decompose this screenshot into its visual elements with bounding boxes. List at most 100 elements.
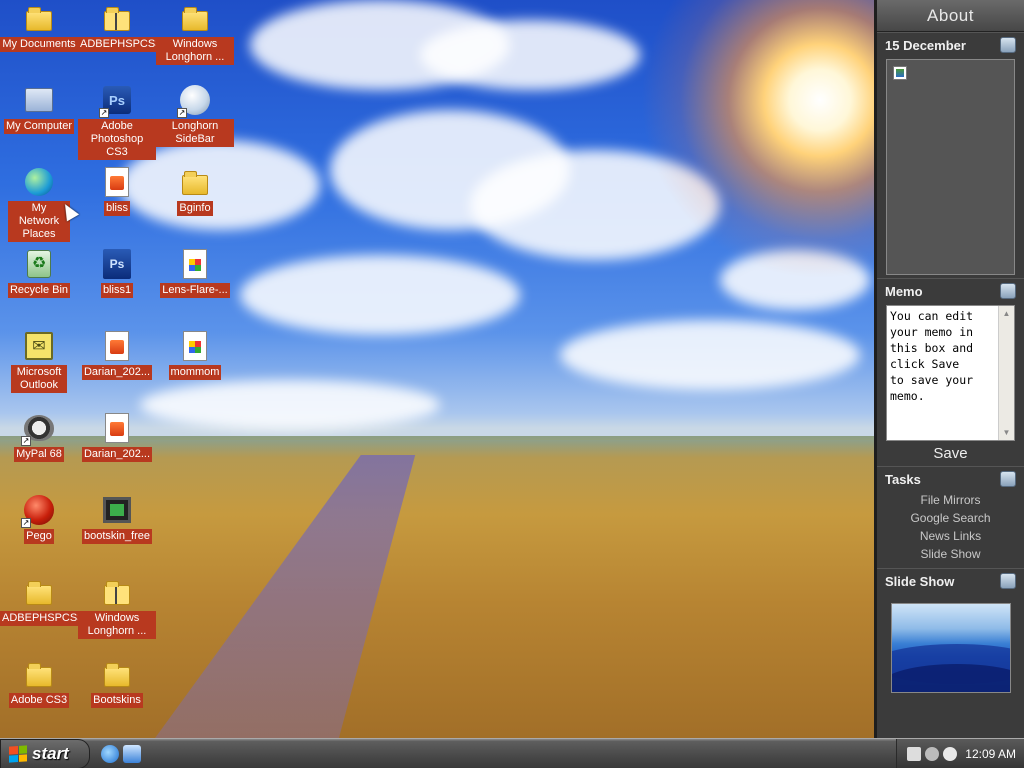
icon-label: ADBEPHSPCS3 <box>78 37 162 52</box>
desktop-icon-bliss1[interactable]: Ps bliss1 <box>78 248 156 298</box>
icon-label: Adobe CS3 <box>8 693 70 708</box>
folder-icon <box>23 658 55 690</box>
icon-label: Windows Longhorn ... <box>156 37 234 65</box>
start-button[interactable]: start <box>0 739 90 768</box>
memo-icon[interactable] <box>1000 283 1016 299</box>
icon-label: ADBEPHSPCS3 <box>0 611 84 626</box>
tasks-icon[interactable] <box>1000 471 1016 487</box>
back-arrow-icon[interactable] <box>925 747 940 761</box>
folder-icon <box>179 2 211 34</box>
desktop-icon-pego[interactable]: ↗ Pego <box>0 494 78 544</box>
desktop-icon-adobe-photoshop-cs3[interactable]: Ps ↗ Adobe Photoshop CS3 <box>78 84 156 160</box>
desktop-icon-my-documents[interactable]: My Documents <box>0 2 78 52</box>
desktop-icon-darian-2[interactable]: Darian_202... <box>78 412 156 462</box>
icon-label: My Documents <box>0 37 78 52</box>
desktop-icon-bootskin-free[interactable]: bootskin_free <box>78 494 156 544</box>
desktop-icon-mypal-68[interactable]: ↗ MyPal 68 <box>0 412 78 462</box>
slideshow-image[interactable] <box>890 603 1011 693</box>
icon-label: Pego <box>24 529 54 544</box>
folder-icon <box>179 166 211 198</box>
windows-logo-icon <box>9 745 27 763</box>
icon-label: Darian_202... <box>81 365 153 380</box>
desktop-icon-windows-longhorn-zip[interactable]: Windows Longhorn ... <box>78 576 156 639</box>
outlook-icon: ✉ <box>23 330 55 362</box>
calendar-icon[interactable] <box>1000 37 1016 53</box>
desktop-icon-adobe-cs3[interactable]: Adobe CS3 <box>0 658 78 708</box>
memo-tile: Memo You can edit your memo in this box … <box>877 278 1024 466</box>
desktop-icon-mommom[interactable]: mommom <box>156 330 234 380</box>
calendar-content <box>886 59 1015 275</box>
icon-label: Darian_202... <box>81 447 153 462</box>
my-computer-icon <box>23 84 55 116</box>
slideshow-icon[interactable] <box>1000 573 1016 589</box>
ie-alt-icon[interactable] <box>123 745 141 763</box>
memo-text: You can edit your memo in this box and c… <box>890 309 974 403</box>
icon-label: bootskin_free <box>81 529 153 544</box>
memo-textbox[interactable]: You can edit your memo in this box and c… <box>886 305 1015 441</box>
icon-label: MyPal 68 <box>14 447 64 462</box>
icon-label: Longhorn SideBar <box>156 119 234 147</box>
cloud <box>560 320 860 390</box>
task-link-slide-show[interactable]: Slide Show <box>877 545 1024 563</box>
task-link-google-search[interactable]: Google Search <box>877 509 1024 527</box>
desktop-icon-bliss[interactable]: bliss <box>78 166 156 216</box>
psd-file-icon: Ps <box>101 248 133 280</box>
taskbar: start 12:09 AM <box>0 738 1024 768</box>
pego-icon: ↗ <box>21 494 55 528</box>
cloud <box>420 20 640 90</box>
lens-file-icon <box>179 248 211 280</box>
shortcut-arrow-icon: ↗ <box>21 436 31 446</box>
desktop-icon-darian-1[interactable]: Darian_202... <box>78 330 156 380</box>
icon-label: Adobe Photoshop CS3 <box>78 119 156 160</box>
lens-file-icon <box>179 330 211 362</box>
scroll-down-arrow-icon[interactable]: ▼ <box>1001 427 1012 438</box>
network-places-icon <box>23 166 55 198</box>
folder-icon <box>23 576 55 608</box>
sidebar-header-title: About <box>927 5 974 25</box>
desktop-icon-bginfo[interactable]: Bginfo <box>156 166 234 216</box>
memo-save-button[interactable]: Save <box>877 441 1024 468</box>
task-link-news-links[interactable]: News Links <box>877 527 1024 545</box>
folder-icon <box>101 658 133 690</box>
desktop-icon-longhorn-sidebar[interactable]: ↗ Longhorn SideBar <box>156 84 234 147</box>
desktop-icon-my-computer[interactable]: My Computer <box>0 84 78 134</box>
scroll-up-arrow-icon[interactable]: ▲ <box>1001 308 1012 319</box>
desktop-icon-windows-longhorn-folder[interactable]: Windows Longhorn ... <box>156 2 234 65</box>
memo-scrollbar[interactable]: ▲ ▼ <box>998 306 1014 440</box>
desktop-icon-adbephspcs3-zip[interactable]: ADBEPHSPCS3 <box>78 2 162 52</box>
icon-label: Lens-Flare-... <box>160 283 230 298</box>
icon-label: My Computer <box>3 119 75 134</box>
icon-label: Bootskins <box>91 693 143 708</box>
image-file-icon <box>101 330 133 362</box>
icon-label: mommom <box>168 365 222 380</box>
broken-image-icon <box>893 66 907 80</box>
calendar-date: 15 December <box>885 37 966 53</box>
slideshow-tile: Slide Show <box>877 568 1024 736</box>
zip-folder-icon <box>101 576 133 608</box>
shortcut-arrow-icon: ↗ <box>177 108 187 118</box>
sidebar-app-icon: ↗ <box>177 84 211 118</box>
image-file-icon <box>101 412 133 444</box>
recycle-bin-icon: ♻ <box>23 248 55 280</box>
keyboard-icon[interactable] <box>907 747 922 761</box>
tasks-title: Tasks <box>885 471 921 487</box>
shortcut-arrow-icon: ↗ <box>99 108 109 118</box>
desktop-icon-recycle-bin[interactable]: ♻ Recycle Bin <box>0 248 78 298</box>
sidebar-header[interactable]: About <box>877 0 1024 32</box>
zip-folder-icon <box>101 2 133 34</box>
desktop-icon-adbephspcs3-folder[interactable]: ADBEPHSPCS3 <box>0 576 84 626</box>
task-link-file-mirrors[interactable]: File Mirrors <box>877 491 1024 509</box>
my-documents-icon <box>23 2 55 34</box>
desktop-icon-lens-flare[interactable]: Lens-Flare-... <box>156 248 234 298</box>
desktop-icon-bootskins[interactable]: Bootskins <box>78 658 156 708</box>
photoshop-icon: Ps ↗ <box>99 84 133 118</box>
icon-label: Microsoft Outlook <box>11 365 67 393</box>
icon-label: Recycle Bin <box>7 283 71 298</box>
internet-explorer-icon[interactable] <box>101 745 119 763</box>
clock[interactable]: 12:09 AM <box>965 747 1016 761</box>
start-label: start <box>32 744 69 763</box>
desktop-icon-microsoft-outlook[interactable]: ✉ Microsoft Outlook <box>0 330 78 393</box>
network-icon[interactable] <box>943 747 958 761</box>
shortcut-arrow-icon: ↗ <box>21 518 31 528</box>
mypal-icon: ↗ <box>21 412 55 446</box>
